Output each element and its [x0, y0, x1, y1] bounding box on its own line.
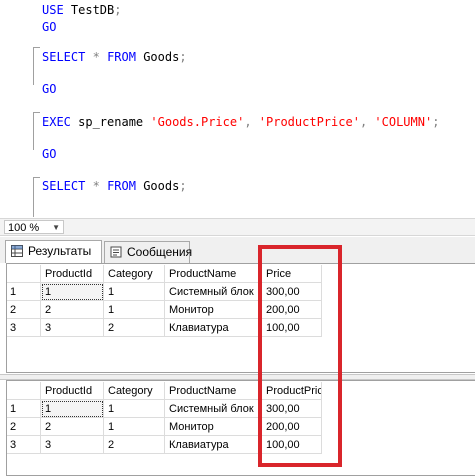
code-fold-guide — [33, 47, 40, 48]
tab-messages[interactable]: Сообщения — [104, 241, 193, 263]
table-cell[interactable]: Клавиатура — [165, 319, 262, 337]
grid-icon — [11, 245, 23, 257]
sql-editor[interactable]: USE TestDB; GO SELECT * FROM Goods; GO E… — [0, 0, 475, 218]
row-number[interactable]: 1 — [7, 400, 41, 418]
code-line[interactable]: EXEC sp_rename 'Goods.Price', 'ProductPr… — [42, 113, 439, 131]
results-pane: ProductId Category ProductName Price 1 1 1 Сист… — [0, 263, 475, 476]
code-line[interactable]: GO — [42, 18, 56, 36]
code-fold-guide — [33, 177, 40, 178]
row-number[interactable]: 2 — [7, 418, 41, 436]
table-cell[interactable]: 1 — [41, 283, 104, 301]
tab-messages-label: Сообщения — [127, 245, 193, 259]
table-cell[interactable]: 1 — [41, 400, 104, 418]
results-grid[interactable]: ProductIdCategoryProductNameProductPrice… — [6, 380, 475, 476]
table-cell[interactable]: 1 — [104, 418, 165, 436]
results-tabs: Результаты Сообщения — [0, 237, 475, 264]
table-cell[interactable]: 2 — [41, 418, 104, 436]
row-number[interactable]: 3 — [7, 436, 41, 454]
code-fold-guide — [33, 112, 40, 113]
code-token: sp_rename — [70, 115, 151, 129]
code-token: SELECT — [42, 179, 86, 193]
table-cell[interactable]: Монитор — [165, 418, 262, 436]
table-cell[interactable]: 200,00 — [262, 301, 322, 319]
code-line[interactable]: SELECT * FROM Goods; — [42, 48, 187, 66]
grid-corner[interactable] — [7, 382, 41, 400]
column-header[interactable]: ProductName — [165, 382, 262, 400]
table-cell[interactable]: 300,00 — [262, 400, 322, 418]
table-cell[interactable]: 3 — [41, 319, 104, 337]
code-token: * — [92, 50, 100, 64]
messages-icon — [110, 246, 122, 258]
table-cell[interactable]: 100,00 — [262, 319, 322, 337]
editor-status-bar: 100 % ▼ — [0, 218, 475, 236]
code-fold-guide — [33, 47, 40, 85]
table-cell[interactable]: 200,00 — [262, 418, 322, 436]
code-token: 'Goods.Price' — [150, 115, 245, 129]
table-cell[interactable]: Клавиатура — [165, 436, 262, 454]
table-cell[interactable]: 100,00 — [262, 436, 322, 454]
code-token: ; — [432, 115, 440, 129]
code-token: Goods — [135, 50, 180, 64]
table-cell[interactable]: 2 — [104, 319, 165, 337]
row-number[interactable]: 3 — [7, 319, 41, 337]
column-header[interactable]: Category — [104, 382, 165, 400]
code-token: Goods — [135, 179, 180, 193]
column-header[interactable]: Price — [262, 265, 322, 283]
code-line[interactable]: SELECT * FROM Goods; — [42, 177, 187, 195]
code-token: , — [244, 115, 252, 129]
table-cell[interactable]: 1 — [104, 301, 165, 319]
code-token: SELECT — [42, 50, 86, 64]
tab-results[interactable]: Результаты — [5, 240, 102, 263]
row-number[interactable]: 1 — [7, 283, 41, 301]
column-header[interactable]: ProductId — [41, 265, 104, 283]
code-token: FROM — [107, 179, 136, 193]
code-line[interactable]: GO — [42, 145, 56, 163]
code-fold-guide — [33, 177, 40, 217]
code-token: GO — [42, 20, 57, 34]
column-header[interactable]: ProductName — [165, 265, 262, 283]
code-token: GO — [42, 147, 57, 161]
code-line[interactable]: GO — [42, 80, 56, 98]
row-number[interactable]: 2 — [7, 301, 41, 319]
code-line[interactable]: USE TestDB; — [42, 1, 122, 19]
table-cell[interactable]: 2 — [41, 301, 104, 319]
code-token: USE — [42, 3, 64, 17]
code-token: ; — [179, 50, 187, 64]
table-cell[interactable]: Системный блок — [165, 283, 262, 301]
code-token: EXEC — [42, 115, 71, 129]
table-cell[interactable]: 1 — [104, 283, 165, 301]
table-cell[interactable]: 2 — [104, 436, 165, 454]
horizontal-scrollbar[interactable] — [68, 221, 473, 233]
column-header[interactable]: ProductPrice — [262, 382, 322, 400]
table-cell[interactable]: 300,00 — [262, 283, 322, 301]
code-fold-guide — [33, 112, 40, 150]
code-token: 'ProductPrice' — [258, 115, 360, 129]
chevron-down-icon[interactable]: ▼ — [52, 221, 60, 235]
code-token: ; — [179, 179, 187, 193]
grid-corner[interactable] — [7, 265, 41, 283]
column-header[interactable]: ProductId — [41, 382, 104, 400]
tab-results-label: Результаты — [28, 244, 92, 258]
table-cell[interactable]: 3 — [41, 436, 104, 454]
zoom-value: 100 % — [8, 222, 40, 234]
table-cell[interactable]: 1 — [104, 400, 165, 418]
code-token: 'COLUMN' — [374, 115, 433, 129]
code-token: TestDB — [63, 3, 115, 17]
results-grid[interactable]: ProductId Category ProductName Price 1 1 1 Сист… — [6, 263, 475, 373]
table-cell[interactable]: Монитор — [165, 301, 262, 319]
code-token: * — [92, 179, 100, 193]
zoom-dropdown[interactable]: 100 % ▼ — [4, 220, 64, 234]
table-cell[interactable]: Системный блок — [165, 400, 262, 418]
column-header[interactable]: Category — [104, 265, 165, 283]
code-token: FROM — [107, 50, 136, 64]
code-token: ; — [114, 3, 122, 17]
code-token: GO — [42, 82, 57, 96]
